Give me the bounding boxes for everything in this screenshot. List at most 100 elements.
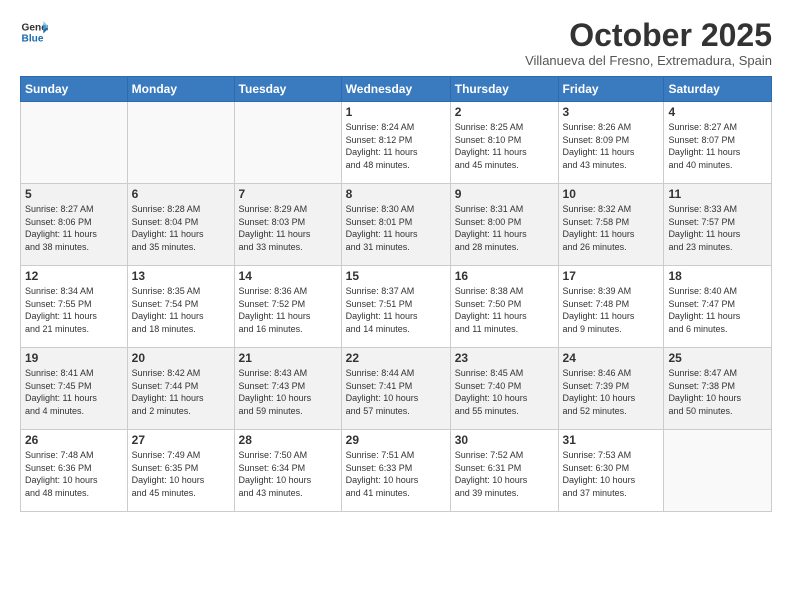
day-info: Sunrise: 8:34 AM Sunset: 7:55 PM Dayligh…: [25, 285, 123, 335]
calendar-cell: 30 Sunrise: 7:52 AM Sunset: 6:31 PM Dayli…: [450, 430, 558, 512]
weekday-header-sunday: Sunday: [21, 77, 128, 102]
calendar-table: SundayMondayTuesdayWednesdayThursdayFrid…: [20, 76, 772, 512]
day-info: Sunrise: 8:26 AM Sunset: 8:09 PM Dayligh…: [563, 121, 660, 171]
calendar-cell: 24 Sunrise: 8:46 AM Sunset: 7:39 PM Dayli…: [558, 348, 664, 430]
calendar-cell: 18 Sunrise: 8:40 AM Sunset: 7:47 PM Dayli…: [664, 266, 772, 348]
day-info: Sunrise: 8:27 AM Sunset: 8:06 PM Dayligh…: [25, 203, 123, 253]
day-number: 28: [239, 433, 337, 447]
calendar-cell: 31 Sunrise: 7:53 AM Sunset: 6:30 PM Dayli…: [558, 430, 664, 512]
calendar-cell: 15 Sunrise: 8:37 AM Sunset: 7:51 PM Dayli…: [341, 266, 450, 348]
svg-text:Blue: Blue: [22, 33, 44, 44]
day-number: 25: [668, 351, 767, 365]
day-number: 26: [25, 433, 123, 447]
day-info: Sunrise: 8:45 AM Sunset: 7:40 PM Dayligh…: [455, 367, 554, 417]
title-block: October 2025 Villanueva del Fresno, Extr…: [525, 18, 772, 68]
calendar-cell: 27 Sunrise: 7:49 AM Sunset: 6:35 PM Dayli…: [127, 430, 234, 512]
day-info: Sunrise: 8:35 AM Sunset: 7:54 PM Dayligh…: [132, 285, 230, 335]
location-subtitle: Villanueva del Fresno, Extremadura, Spai…: [525, 53, 772, 68]
day-number: 5: [25, 187, 123, 201]
calendar-week-row: 5 Sunrise: 8:27 AM Sunset: 8:06 PM Daylig…: [21, 184, 772, 266]
calendar-cell: 14 Sunrise: 8:36 AM Sunset: 7:52 PM Dayli…: [234, 266, 341, 348]
day-info: Sunrise: 8:31 AM Sunset: 8:00 PM Dayligh…: [455, 203, 554, 253]
calendar-cell: 22 Sunrise: 8:44 AM Sunset: 7:41 PM Dayli…: [341, 348, 450, 430]
day-number: 16: [455, 269, 554, 283]
day-info: Sunrise: 8:33 AM Sunset: 7:57 PM Dayligh…: [668, 203, 767, 253]
calendar-cell: 11 Sunrise: 8:33 AM Sunset: 7:57 PM Dayli…: [664, 184, 772, 266]
calendar-cell: 1 Sunrise: 8:24 AM Sunset: 8:12 PM Daylig…: [341, 102, 450, 184]
calendar-cell: [664, 430, 772, 512]
day-info: Sunrise: 8:44 AM Sunset: 7:41 PM Dayligh…: [346, 367, 446, 417]
day-number: 31: [563, 433, 660, 447]
day-info: Sunrise: 8:46 AM Sunset: 7:39 PM Dayligh…: [563, 367, 660, 417]
month-title: October 2025: [525, 18, 772, 53]
day-info: Sunrise: 8:32 AM Sunset: 7:58 PM Dayligh…: [563, 203, 660, 253]
calendar-cell: 16Sunrise: 8:38 AM Sunset: 7:50 PM Dayli…: [450, 266, 558, 348]
calendar-week-row: 12 Sunrise: 8:34 AM Sunset: 7:55 PM Dayli…: [21, 266, 772, 348]
day-number: 29: [346, 433, 446, 447]
calendar-cell: 10Sunrise: 8:32 AM Sunset: 7:58 PM Dayli…: [558, 184, 664, 266]
calendar-cell: 29Sunrise: 7:51 AM Sunset: 6:33 PM Dayli…: [341, 430, 450, 512]
day-number: 1: [346, 105, 446, 119]
calendar-cell: 23 Sunrise: 8:45 AM Sunset: 7:40 PM Dayli…: [450, 348, 558, 430]
day-number: 18: [668, 269, 767, 283]
day-info: Sunrise: 8:47 AM Sunset: 7:38 PM Dayligh…: [668, 367, 767, 417]
day-number: 20: [132, 351, 230, 365]
weekday-header-row: SundayMondayTuesdayWednesdayThursdayFrid…: [21, 77, 772, 102]
day-number: 13: [132, 269, 230, 283]
day-number: 6: [132, 187, 230, 201]
day-info: Sunrise: 7:53 AM Sunset: 6:30 PM Dayligh…: [563, 449, 660, 499]
day-number: 14: [239, 269, 337, 283]
weekday-header-thursday: Thursday: [450, 77, 558, 102]
calendar-week-row: 1 Sunrise: 8:24 AM Sunset: 8:12 PM Daylig…: [21, 102, 772, 184]
weekday-header-wednesday: Wednesday: [341, 77, 450, 102]
calendar-cell: 12 Sunrise: 8:34 AM Sunset: 7:55 PM Dayli…: [21, 266, 128, 348]
calendar-cell: [21, 102, 128, 184]
weekday-header-friday: Friday: [558, 77, 664, 102]
day-info: Sunrise: 8:40 AM Sunset: 7:47 PM Dayligh…: [668, 285, 767, 335]
day-info: Sunrise: 7:52 AM Sunset: 6:31 PM Dayligh…: [455, 449, 554, 499]
day-number: 30: [455, 433, 554, 447]
day-number: 12: [25, 269, 123, 283]
day-number: 17: [563, 269, 660, 283]
calendar-cell: 6Sunrise: 8:28 AM Sunset: 8:04 PM Daylig…: [127, 184, 234, 266]
day-info: Sunrise: 7:49 AM Sunset: 6:35 PM Dayligh…: [132, 449, 230, 499]
day-info: Sunrise: 8:37 AM Sunset: 7:51 PM Dayligh…: [346, 285, 446, 335]
day-info: Sunrise: 8:24 AM Sunset: 8:12 PM Dayligh…: [346, 121, 446, 171]
day-number: 11: [668, 187, 767, 201]
weekday-header-saturday: Saturday: [664, 77, 772, 102]
calendar-week-row: 26 Sunrise: 7:48 AM Sunset: 6:36 PM Dayli…: [21, 430, 772, 512]
calendar-cell: 7 Sunrise: 8:29 AM Sunset: 8:03 PM Daylig…: [234, 184, 341, 266]
day-number: 27: [132, 433, 230, 447]
calendar-cell: [127, 102, 234, 184]
day-number: 23: [455, 351, 554, 365]
calendar-cell: 8Sunrise: 8:30 AM Sunset: 8:01 PM Daylig…: [341, 184, 450, 266]
weekday-header-monday: Monday: [127, 77, 234, 102]
day-number: 15: [346, 269, 446, 283]
logo-icon: General Blue: [20, 18, 48, 46]
day-info: Sunrise: 8:29 AM Sunset: 8:03 PM Dayligh…: [239, 203, 337, 253]
day-info: Sunrise: 8:42 AM Sunset: 7:44 PM Dayligh…: [132, 367, 230, 417]
day-info: Sunrise: 7:48 AM Sunset: 6:36 PM Dayligh…: [25, 449, 123, 499]
day-number: 7: [239, 187, 337, 201]
calendar-cell: 17 Sunrise: 8:39 AM Sunset: 7:48 PM Dayli…: [558, 266, 664, 348]
page: General Blue October 2025 Villanueva del…: [0, 0, 792, 612]
day-number: 22: [346, 351, 446, 365]
calendar-cell: 9 Sunrise: 8:31 AM Sunset: 8:00 PM Daylig…: [450, 184, 558, 266]
day-number: 8: [346, 187, 446, 201]
day-number: 3: [563, 105, 660, 119]
day-info: Sunrise: 8:36 AM Sunset: 7:52 PM Dayligh…: [239, 285, 337, 335]
calendar-cell: 21Sunrise: 8:43 AM Sunset: 7:43 PM Dayli…: [234, 348, 341, 430]
day-info: Sunrise: 8:43 AM Sunset: 7:43 PM Dayligh…: [239, 367, 337, 417]
day-info: Sunrise: 8:39 AM Sunset: 7:48 PM Dayligh…: [563, 285, 660, 335]
day-number: 9: [455, 187, 554, 201]
day-info: Sunrise: 8:25 AM Sunset: 8:10 PM Dayligh…: [455, 121, 554, 171]
calendar-cell: 2Sunrise: 8:25 AM Sunset: 8:10 PM Daylig…: [450, 102, 558, 184]
calendar-cell: 28Sunrise: 7:50 AM Sunset: 6:34 PM Dayli…: [234, 430, 341, 512]
day-info: Sunrise: 8:41 AM Sunset: 7:45 PM Dayligh…: [25, 367, 123, 417]
day-number: 4: [668, 105, 767, 119]
day-number: 24: [563, 351, 660, 365]
page-header: General Blue October 2025 Villanueva del…: [20, 18, 772, 68]
calendar-week-row: 19Sunrise: 8:41 AM Sunset: 7:45 PM Dayli…: [21, 348, 772, 430]
calendar-cell: 13 Sunrise: 8:35 AM Sunset: 7:54 PM Dayli…: [127, 266, 234, 348]
weekday-header-tuesday: Tuesday: [234, 77, 341, 102]
